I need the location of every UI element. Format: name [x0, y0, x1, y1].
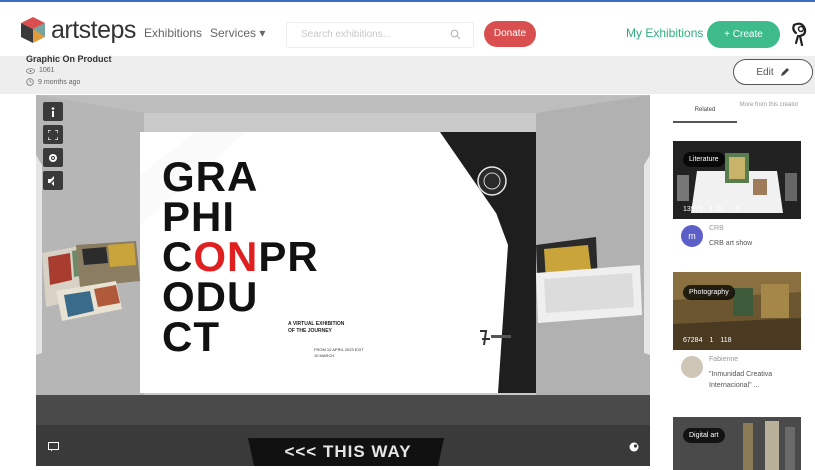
card-2-author-name: Fabienne [709, 356, 739, 363]
views-count: 1061 [26, 67, 55, 74]
poster-subtitle: A VIRTUAL EXHIBITION OF THE JOURNEY [288, 321, 345, 334]
poster-line-2: PHI [162, 193, 236, 240]
nav-exhibitions[interactable]: Exhibitions [144, 26, 202, 40]
clock-icon [26, 78, 34, 86]
pencil-icon [780, 68, 789, 76]
donate-button[interactable]: Donate [484, 21, 536, 47]
category-chip-digital-art: Digital art [683, 428, 725, 443]
search-placeholder: Search exhibitions... [301, 29, 392, 40]
sidebar-tabs: Related More from this creator [673, 97, 801, 123]
card-1-author-name: CRB [709, 225, 724, 232]
create-button[interactable]: + Create [707, 21, 780, 48]
search-input[interactable]: Search exhibitions... [286, 22, 474, 48]
exhibition-age: 9 months ago [26, 78, 80, 86]
3d-viewer[interactable]: GRA PHI CONPR ODU CT A VIRTUAL EXHIBITIO… [36, 95, 650, 466]
related-card-3[interactable]: Digital art [673, 417, 801, 470]
edit-label: Edit [756, 66, 774, 78]
card-2-views: 67284 [683, 337, 703, 344]
author-avatar-photo [681, 356, 703, 378]
eye-icon [26, 67, 35, 74]
logo-text: artsteps [51, 15, 136, 44]
top-navbar: artsteps Exhibitions Services ▾ Search e… [0, 0, 815, 56]
card-1-author[interactable]: m CRB CRB art show [681, 225, 752, 249]
info-button[interactable] [43, 102, 63, 121]
exhibition-title: Graphic On Product [26, 54, 112, 64]
category-chip-photography: Photography [683, 285, 735, 300]
comment-button[interactable] [43, 437, 63, 456]
mute-icon [48, 175, 58, 186]
views-value: 1061 [39, 67, 55, 74]
search-icon [450, 29, 461, 40]
vr-icon [629, 442, 639, 451]
logo-mark-icon [21, 17, 45, 43]
category-chip-literature: Literature [683, 152, 725, 167]
card-2-time: 1 [709, 337, 714, 344]
nav-services[interactable]: Services ▾ [210, 26, 265, 40]
artsteps-logo[interactable]: artsteps [18, 15, 136, 45]
card-1-time: 1 da... [709, 206, 729, 213]
card-1-stats: 13976 1 da... 6 [683, 206, 740, 213]
card-3-thumbnail [673, 417, 801, 470]
card-2-title: "Inmunidad Creativa Internacional" ... [709, 371, 773, 389]
mute-button[interactable] [43, 171, 63, 190]
card-1-views: 13976 [683, 206, 703, 213]
poster-line-3: CONPR [162, 236, 319, 278]
card-2-author[interactable]: Fabienne "Inmunidad Creativa Internacion… [681, 356, 799, 391]
card-2-stats: 67284 1 118 [683, 337, 732, 344]
my-exhibitions-link[interactable]: My Exhibitions [626, 26, 703, 40]
related-card-2[interactable]: Photography 67284 1 118 [673, 272, 801, 350]
exhibition-header [0, 56, 815, 94]
author-avatar: m [681, 225, 703, 247]
card-2-likes: 118 [720, 337, 732, 344]
card-2-text: Fabienne "Inmunidad Creativa Internacion… [709, 356, 799, 391]
vr-button[interactable] [624, 437, 644, 456]
poster-dates: FROM 10 APRIL 2023 EXIT 10 MARCH [314, 347, 364, 358]
card-1-likes: 6 [735, 206, 740, 213]
age-value: 9 months ago [38, 78, 81, 86]
fullscreen-button[interactable] [43, 125, 63, 144]
poster-line-4: ODU [162, 273, 259, 320]
floor-sign-text: <<< THIS WAY [284, 442, 412, 461]
settings-button[interactable] [43, 148, 63, 167]
poster-line-3c: PR [258, 233, 319, 280]
tab-related[interactable]: Related [673, 97, 737, 123]
related-card-1[interactable]: Literature 13976 1 da... 6 [673, 141, 801, 219]
info-icon [51, 106, 55, 117]
edit-button[interactable]: Edit [733, 59, 813, 85]
settings-icon [49, 153, 57, 162]
gallery-scene [36, 95, 650, 466]
card-1-title: CRB art show [709, 240, 753, 247]
card-1-text: CRB CRB art show [709, 225, 752, 249]
poster-line-1: GRA [162, 153, 259, 200]
fullscreen-icon [48, 129, 58, 140]
tab-more-from-creator[interactable]: More from this creator [737, 97, 801, 123]
chat-icon [47, 441, 59, 451]
user-avatar-icon[interactable] [788, 21, 810, 47]
